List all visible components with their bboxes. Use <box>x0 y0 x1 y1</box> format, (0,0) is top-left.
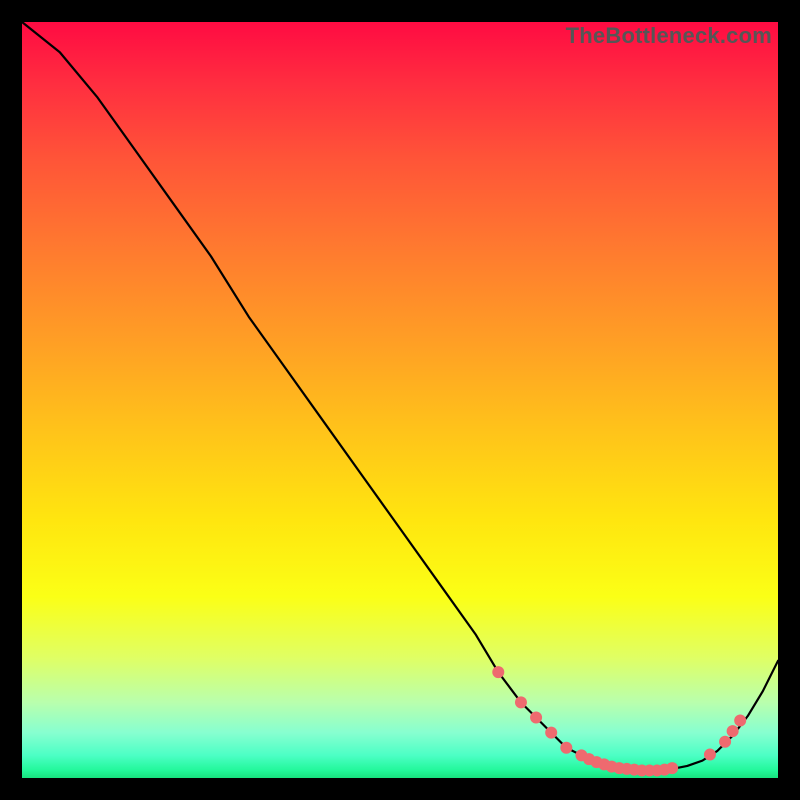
marker-dot <box>560 742 572 754</box>
marker-dot <box>545 727 557 739</box>
curve-line <box>22 22 778 770</box>
plot-area: TheBottleneck.com <box>22 22 778 778</box>
marker-dots <box>492 666 746 776</box>
marker-dot <box>727 725 739 737</box>
marker-dot <box>704 749 716 761</box>
marker-dot <box>530 712 542 724</box>
marker-dot <box>734 715 746 727</box>
marker-dot <box>515 696 527 708</box>
marker-dot <box>666 762 678 774</box>
marker-dot <box>719 736 731 748</box>
chart-svg <box>22 22 778 778</box>
marker-dot <box>492 666 504 678</box>
chart-frame: TheBottleneck.com <box>0 0 800 800</box>
